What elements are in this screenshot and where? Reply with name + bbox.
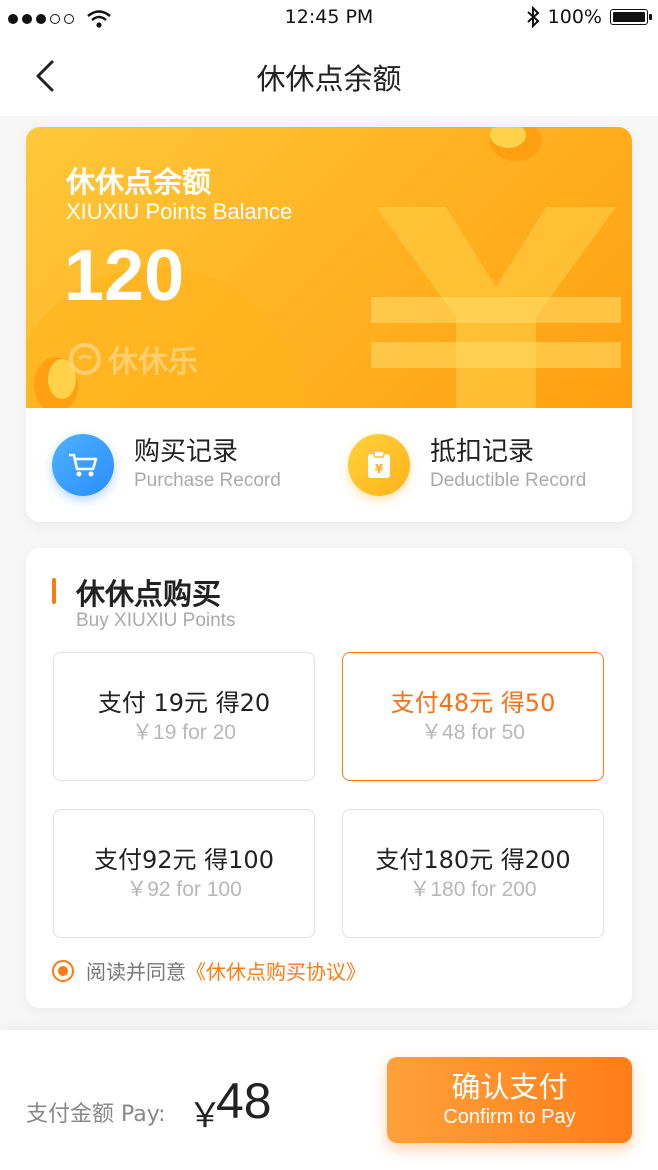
confirm-pay-label: 确认支付 (451, 1070, 568, 1104)
purchase-record-sublabel: Purchase Record (134, 470, 281, 491)
option-sublabel: ￥180 for 200 (409, 878, 537, 901)
purchase-option-180[interactable]: 支付180元 得200 ￥180 for 200 (342, 809, 604, 938)
confirm-pay-sublabel: Confirm to Pay (443, 1106, 576, 1128)
deductible-record-label: 抵扣记录 (430, 437, 535, 467)
option-sublabel: ￥48 for 50 (421, 721, 525, 744)
record-row: 购买记录 Purchase Record ¥ 抵扣记录 Deductible R… (26, 408, 632, 522)
balance-card: 休休点余额 XIUXIU Points Balance 120 休休乐 购买记录… (26, 127, 632, 522)
balance-title: 休休点余额 (66, 165, 212, 199)
purchase-option-19[interactable]: 支付 19元 得20 ￥19 for 20 (53, 652, 315, 781)
balance-amount: 120 (64, 236, 185, 316)
voucher-icon: ¥ (348, 434, 410, 496)
page-title: 休休点余额 (256, 62, 402, 96)
option-sublabel: ￥92 for 100 (126, 878, 242, 901)
buy-section-subtitle: Buy XIUXIU Points (76, 610, 236, 631)
option-label: 支付92元 得100 (94, 846, 274, 874)
agreement-row: 阅读并同意 《休休点购买协议》 (52, 956, 366, 985)
option-label: 支付180元 得200 (375, 846, 571, 874)
agreement-link[interactable]: 《休休点购买协议》 (186, 956, 366, 985)
buy-points-card: 休休点购买 Buy XIUXIU Points 支付 19元 得20 ￥19 f… (26, 548, 632, 1008)
pay-amount-label: 支付金额 Pay: (26, 1102, 166, 1127)
purchase-option-48[interactable]: 支付48元 得50 ￥48 for 50 (342, 652, 604, 781)
section-accent-bar (52, 578, 56, 604)
purchase-option-92[interactable]: 支付92元 得100 ￥92 for 100 (53, 809, 315, 938)
option-sublabel: ￥19 for 20 (132, 721, 236, 744)
option-label: 支付48元 得50 (390, 689, 556, 717)
agreement-radio[interactable] (52, 959, 74, 982)
svg-text:¥: ¥ (375, 462, 384, 476)
battery-icon (610, 9, 652, 25)
brand-logo: 休休乐 (68, 337, 198, 381)
purchase-record-label: 购买记录 (134, 437, 239, 467)
balance-banner: 休休点余额 XIUXIU Points Balance 120 休休乐 (26, 127, 632, 408)
buy-section-title: 休休点购买 (76, 577, 222, 611)
status-bar: 12:45 PM 100% (0, 0, 658, 36)
option-label: 支付 19元 得20 (97, 689, 271, 717)
bluetooth-icon (527, 6, 540, 28)
brand-logo-icon (69, 343, 101, 375)
deductible-record-sublabel: Deductible Record (430, 470, 587, 491)
confirm-pay-button[interactable]: 确认支付 Confirm to Pay (387, 1057, 632, 1143)
pay-amount-value: 48 (216, 1073, 272, 1129)
purchase-record-button[interactable]: 购买记录 Purchase Record (52, 434, 281, 496)
brand-logo-text: 休休乐 (108, 345, 198, 380)
balance-subtitle: XIUXIU Points Balance (66, 199, 293, 224)
nav-bar: 休休点余额 (0, 36, 658, 116)
bottom-pay-bar: 支付金额 Pay: ￥ 48 确认支付 Confirm to Pay (0, 1030, 658, 1170)
deductible-record-button[interactable]: ¥ 抵扣记录 Deductible Record (348, 434, 586, 496)
agreement-text: 阅读并同意 (86, 960, 186, 984)
battery-percent: 100% (547, 6, 602, 28)
cart-icon (52, 434, 114, 496)
